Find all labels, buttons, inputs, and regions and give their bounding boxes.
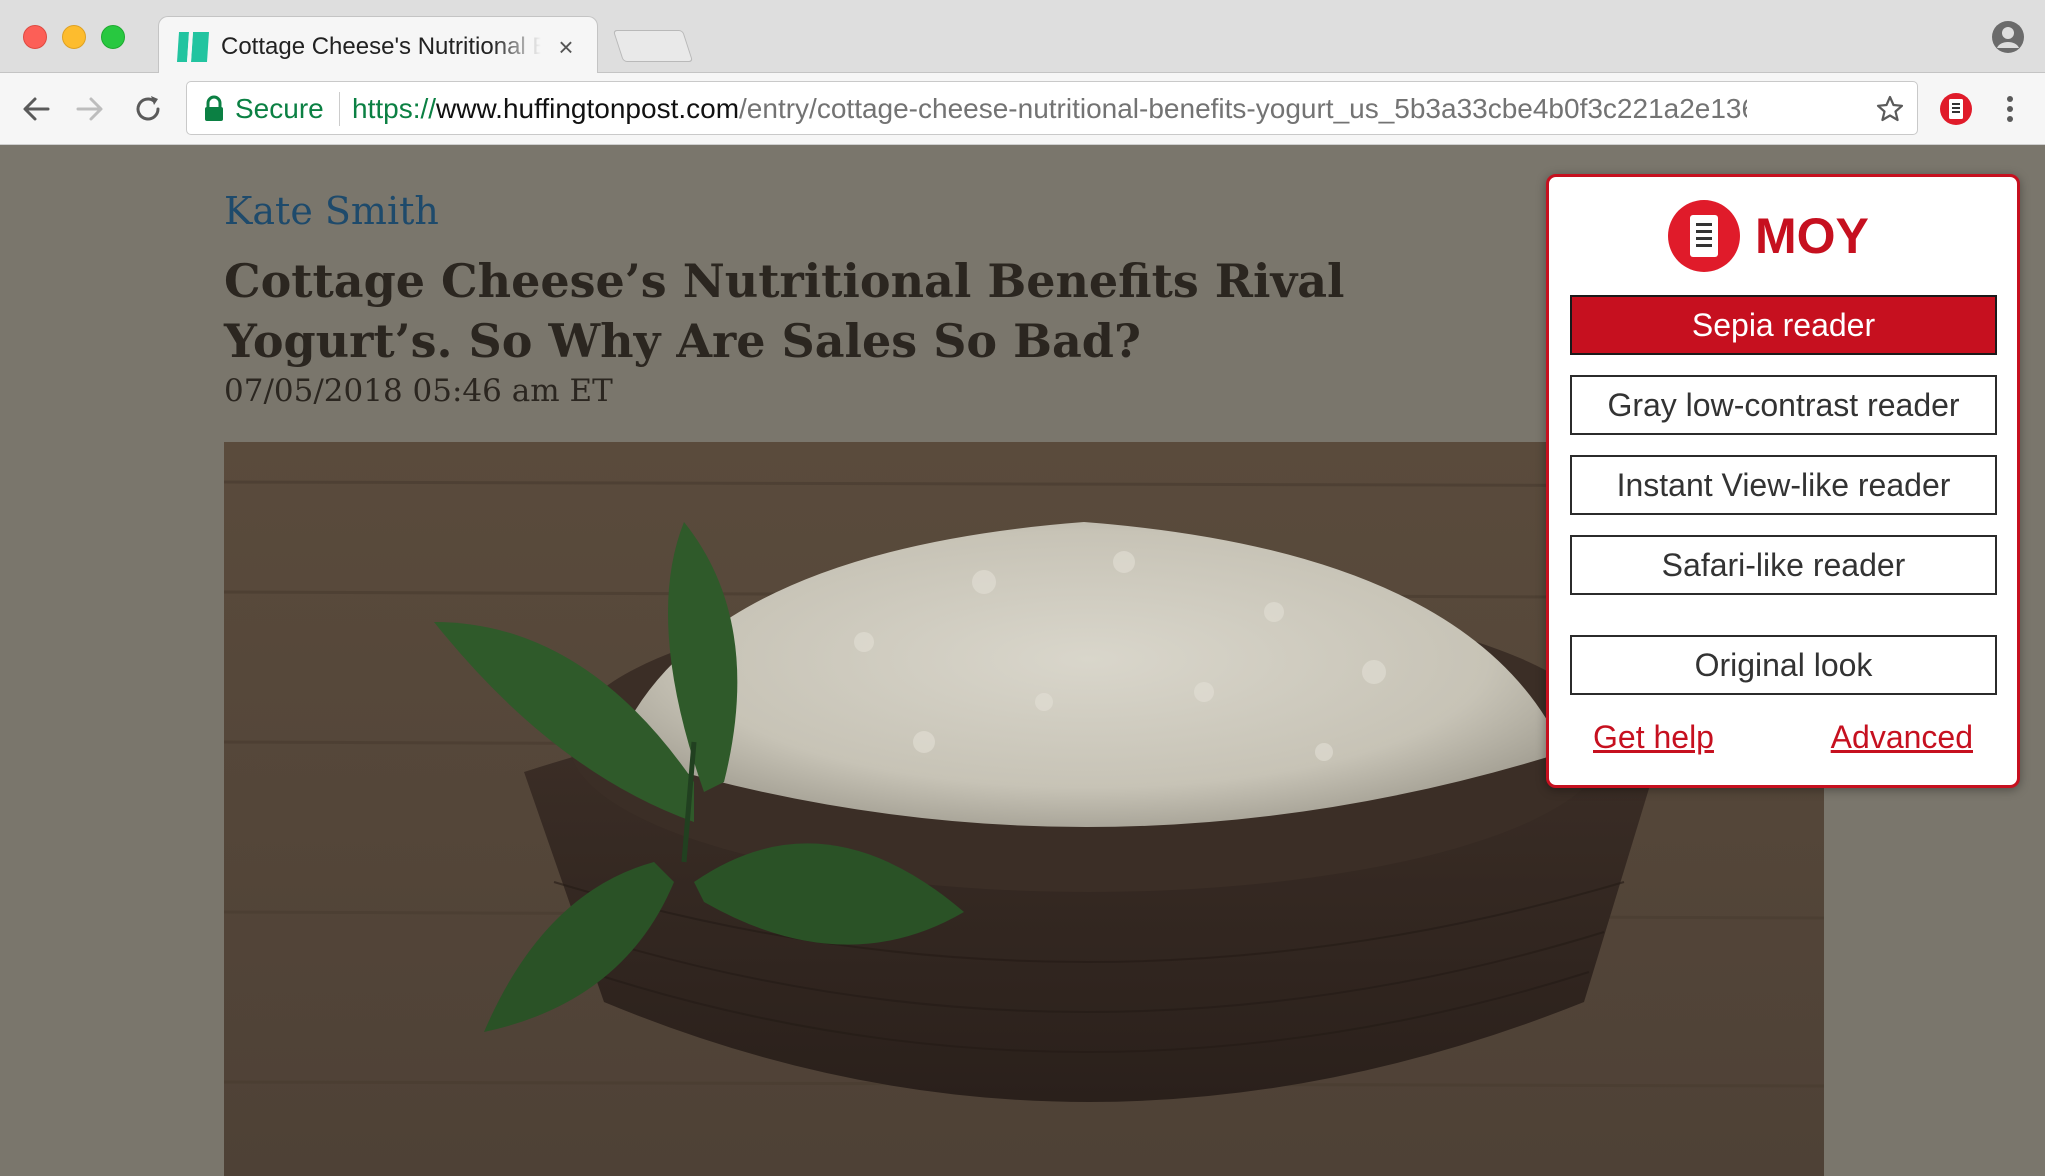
url-scheme: https://	[352, 93, 437, 124]
browser-toolbar: Secure https://www.huffingtonpost.com/en…	[0, 73, 2045, 145]
window-zoom-button[interactable]	[101, 25, 125, 49]
profile-icon[interactable]	[1991, 20, 2025, 54]
star-icon[interactable]	[1875, 94, 1905, 124]
url-host: www.huffingtonpost.com	[436, 93, 740, 124]
omnibox-divider	[339, 92, 340, 126]
article-author[interactable]: Kate Smith	[224, 189, 439, 233]
safari-reader-button[interactable]: Safari-like reader	[1570, 535, 1997, 595]
url-text[interactable]: https://www.huffingtonpost.com/entry/cot…	[352, 92, 1747, 126]
gray-reader-button[interactable]: Gray low-contrast reader	[1570, 375, 1997, 435]
window-close-button[interactable]	[23, 25, 47, 49]
instant-view-reader-button[interactable]: Instant View-like reader	[1570, 455, 1997, 515]
forward-arrow-icon[interactable]	[72, 91, 108, 127]
window-minimize-button[interactable]	[62, 25, 86, 49]
tab-title: Cottage Cheese's Nutritional Benefits Ri…	[221, 33, 541, 60]
browser-titlebar: Cottage Cheese's Nutritional Benefits Ri…	[0, 0, 2045, 74]
lock-icon	[205, 95, 223, 121]
address-bar[interactable]: Secure https://www.huffingtonpost.com/en…	[186, 81, 1918, 135]
advanced-link[interactable]: Advanced	[1831, 717, 1973, 757]
huffpost-favicon-icon	[177, 32, 209, 62]
secure-label: Secure	[235, 93, 324, 124]
url-path: /entry/cottage-cheese-nutritional-benefi…	[739, 93, 1747, 124]
original-look-button[interactable]: Original look	[1570, 635, 1997, 695]
article-date: 07/05/2018 05:46 am ET	[224, 373, 613, 409]
back-arrow-icon[interactable]	[18, 91, 54, 127]
moy-logo-icon	[1668, 200, 1740, 272]
moy-brand-name: MOY	[1755, 208, 1869, 264]
menu-icon[interactable]	[2000, 91, 2020, 127]
moy-popup: MOY Sepia reader Gray low-contrast reade…	[1546, 174, 2020, 788]
get-help-link[interactable]: Get help	[1593, 717, 1714, 757]
browser-tab-active[interactable]: Cottage Cheese's Nutritional Benefits Ri…	[158, 16, 598, 74]
tab-close-icon[interactable]: ×	[553, 30, 579, 64]
new-tab-button[interactable]	[612, 30, 694, 62]
reload-icon[interactable]	[130, 91, 166, 127]
moy-extension-icon[interactable]	[1938, 91, 1974, 127]
sepia-reader-button[interactable]: Sepia reader	[1570, 295, 1997, 355]
article-headline: Cottage Cheese’s Nutritional Benefits Ri…	[224, 254, 1345, 368]
